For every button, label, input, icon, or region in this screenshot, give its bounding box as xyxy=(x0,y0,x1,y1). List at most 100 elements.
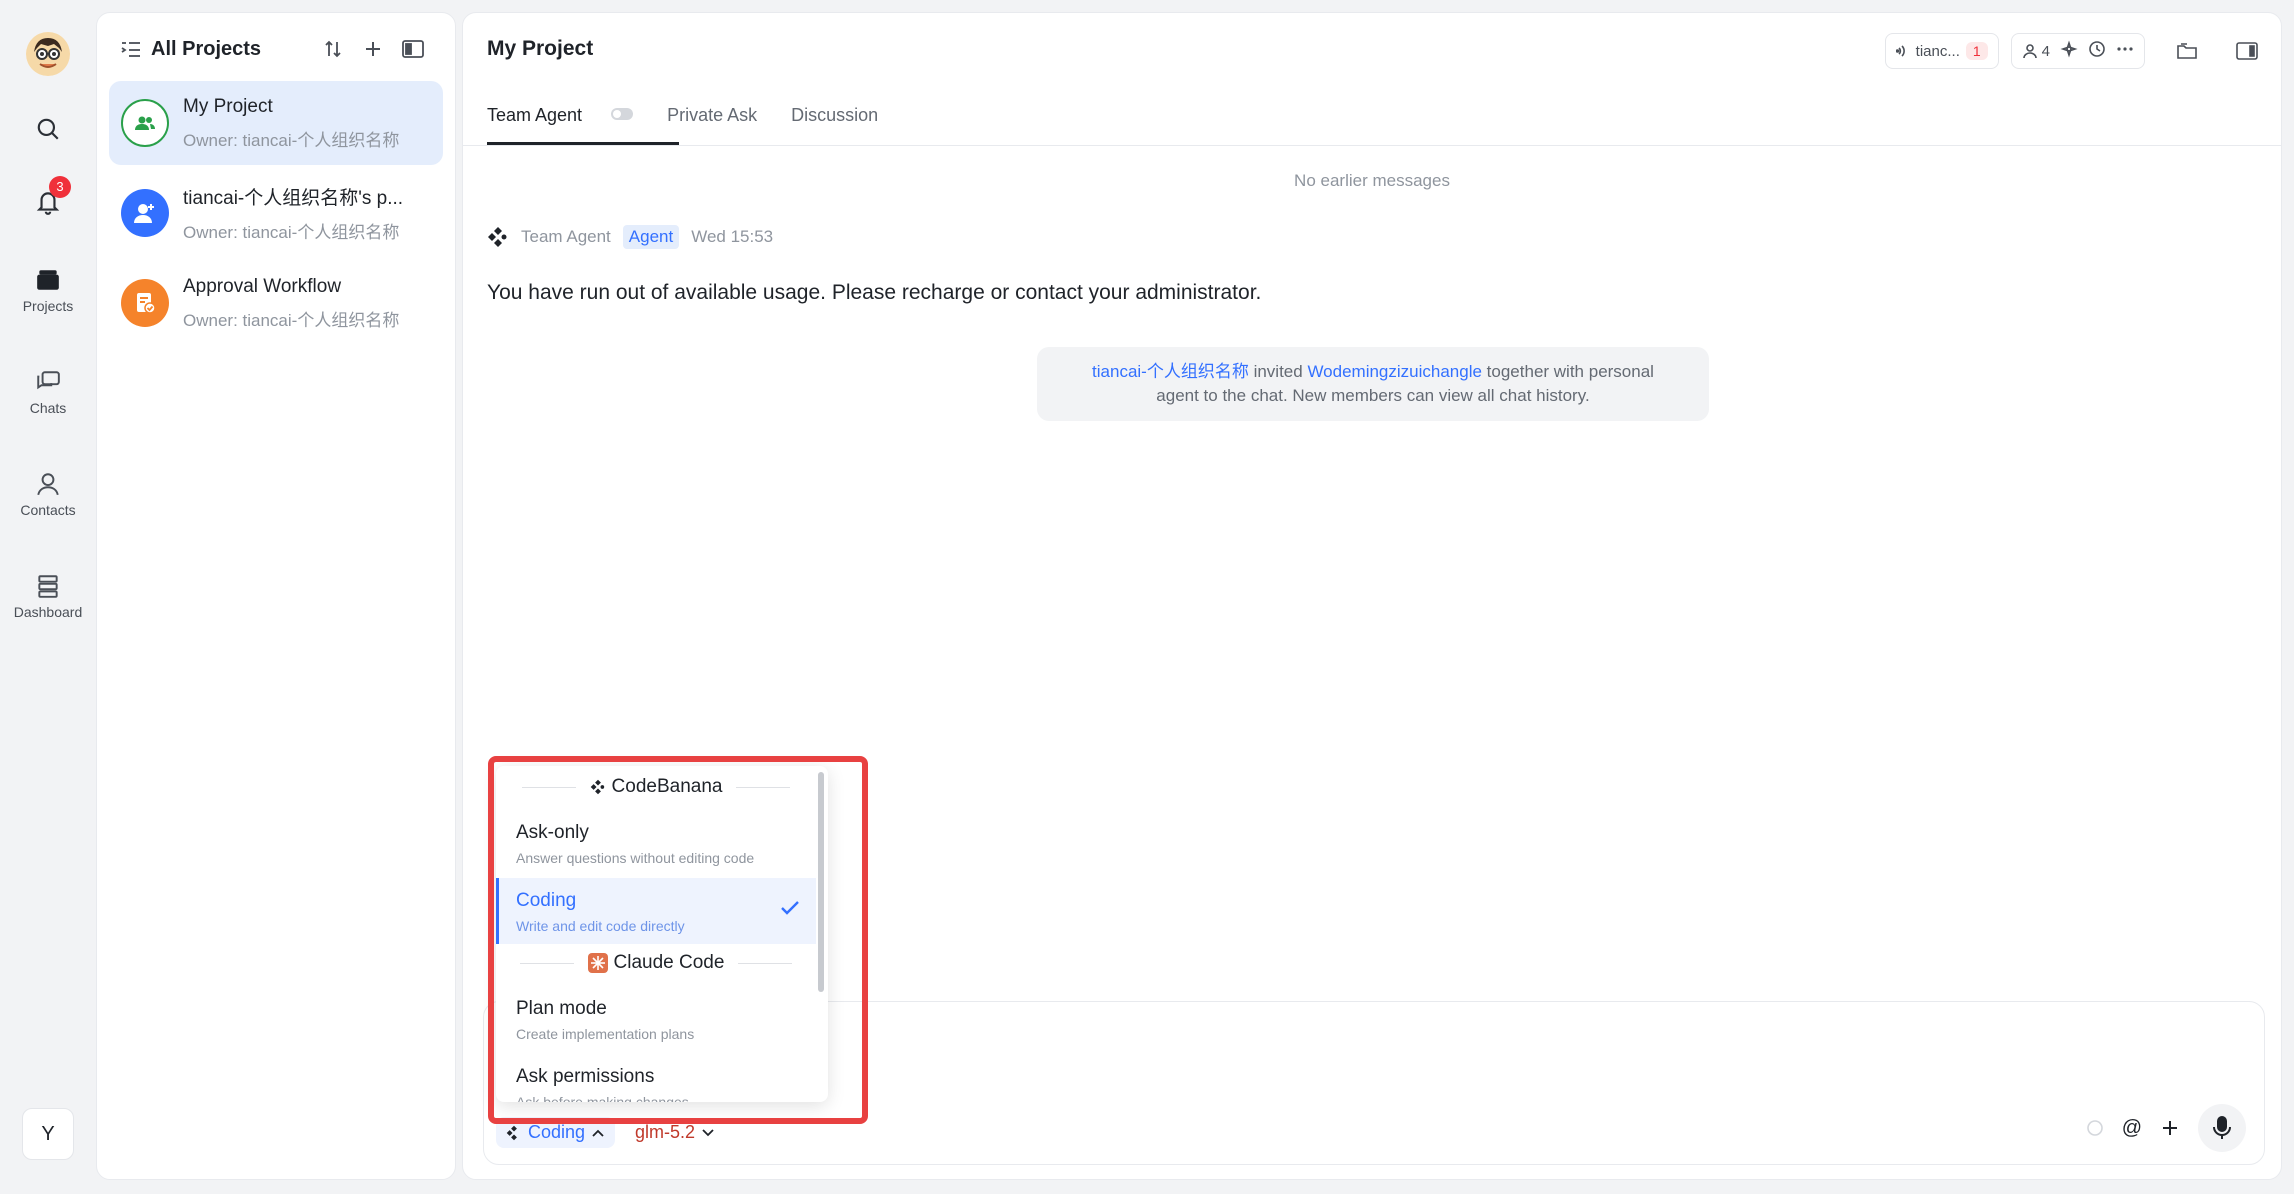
dropdown-scrollbar[interactable] xyxy=(818,772,824,992)
project-owner: Owner: tiancai-个人组织名称 xyxy=(183,223,400,242)
tabs-divider xyxy=(463,145,2281,146)
chevron-up-icon xyxy=(592,1129,604,1137)
project-icon xyxy=(121,99,169,147)
option-coding[interactable]: Coding Write and edit code directly xyxy=(496,878,816,944)
sort-button[interactable] xyxy=(315,31,351,67)
tab-label: Team Agent xyxy=(487,105,583,125)
rail-item-projects[interactable]: Projects xyxy=(0,268,96,314)
person-icon xyxy=(37,473,59,496)
tab-discussion[interactable]: Discussion xyxy=(791,93,878,145)
model-selector[interactable]: glm-5.2 xyxy=(635,1122,715,1143)
note-text: together with personal xyxy=(1481,362,1654,381)
model-label: glm-5.2 xyxy=(635,1122,696,1142)
add-project-button[interactable] xyxy=(355,31,391,67)
rail-label: Projects xyxy=(22,298,74,314)
group-title: Claude Code xyxy=(613,952,725,973)
files-button[interactable] xyxy=(2169,33,2205,69)
option-desc: Ask before making changes xyxy=(516,1094,689,1102)
agent-logo-icon xyxy=(506,1125,517,1140)
document-check-icon xyxy=(137,293,156,314)
tab-label: Private Ask xyxy=(667,105,758,125)
members-button[interactable]: 4 xyxy=(2022,43,2050,60)
signal-icon xyxy=(1895,45,1905,57)
option-ask-permissions[interactable]: Ask permissions Ask before making change… xyxy=(496,1054,816,1102)
rail-item-dashboard[interactable]: Dashboard xyxy=(0,574,96,620)
panel-right-icon xyxy=(2236,42,2258,60)
target-button[interactable] xyxy=(2060,40,2078,62)
plus-icon[interactable] xyxy=(2160,1118,2180,1138)
list-icon xyxy=(121,42,140,57)
person-icon xyxy=(2022,44,2037,59)
sort-icon xyxy=(325,40,341,58)
more-icon xyxy=(2117,47,2133,51)
agent-tag: Agent xyxy=(622,225,680,249)
folder-open-icon xyxy=(2177,43,2197,59)
project-owner: Owner: tiancai-个人组织名称 xyxy=(183,310,400,330)
rail-item-chats[interactable]: Chats xyxy=(0,370,96,416)
clock-icon xyxy=(2089,41,2105,57)
invitee-link[interactable]: Wodemingzizuichangle xyxy=(1307,362,1482,381)
composer-actions: @ xyxy=(2086,1104,2246,1152)
project-name: My Project xyxy=(183,95,273,117)
members-group: 4 xyxy=(2010,33,2145,69)
project-owner: Owner: tiancai-个人组织名称 xyxy=(183,130,400,150)
history-button[interactable] xyxy=(2088,40,2106,62)
folder-icon xyxy=(37,270,59,290)
stack-icon xyxy=(38,575,58,598)
agent-count-badge: 1 xyxy=(1965,42,1988,60)
crosshair-icon xyxy=(2060,40,2078,58)
projects-header: All Projects xyxy=(97,13,455,85)
agent-pill-label: tianc... xyxy=(1915,42,1960,60)
projects-panel: All Projects My Project Owner: tiancai-个… xyxy=(96,12,456,1180)
voice-input-button[interactable] xyxy=(2198,1104,2246,1152)
group-header-claude-code: Claude Code xyxy=(496,952,816,974)
microphone-icon xyxy=(2213,1116,2231,1139)
option-ask-only[interactable]: Ask-only Answer questions without editin… xyxy=(496,810,816,876)
mode-selector[interactable]: Coding xyxy=(496,1117,616,1148)
side-panel-button[interactable] xyxy=(2229,33,2265,69)
agent-status-pill[interactable]: tianc... 1 xyxy=(1884,33,1999,69)
team-agent-toggle[interactable] xyxy=(611,108,634,121)
projects-title: All Projects xyxy=(151,37,262,60)
plus-icon xyxy=(366,42,380,56)
chat-tabs: Team Agent Private Ask Discussion xyxy=(487,93,912,145)
sidebar-toggle-icon xyxy=(402,40,424,58)
mode-dropdown: CodeBanana Ask-only Answer questions wit… xyxy=(496,766,828,1102)
project-item-approval-workflow[interactable]: Approval Workflow Owner: tiancai-个人组织名称 xyxy=(109,261,443,345)
chevron-down-icon xyxy=(702,1128,714,1136)
notification-badge: 3 xyxy=(49,176,71,198)
notifications-button[interactable]: 3 xyxy=(0,176,96,216)
project-item-personal[interactable]: tiancai-个人组织名称's p... Owner: tiancai-个人组… xyxy=(109,171,443,255)
user-menu-button[interactable]: Y xyxy=(22,1108,74,1160)
collapse-panel-button[interactable] xyxy=(395,31,431,67)
message-text: You have run out of available usage. Ple… xyxy=(487,281,1262,304)
option-desc: Create implementation plans xyxy=(516,1026,695,1042)
search-button[interactable] xyxy=(0,116,96,142)
user-avatar[interactable] xyxy=(26,32,70,76)
option-title: Ask-only xyxy=(516,822,589,843)
members-count: 4 xyxy=(2041,42,2050,60)
search-icon xyxy=(37,118,59,140)
more-button[interactable] xyxy=(2116,40,2134,62)
project-icon xyxy=(121,279,169,327)
tab-label: Discussion xyxy=(791,105,879,125)
rail-label: Chats xyxy=(29,400,67,416)
group-icon xyxy=(135,116,155,130)
tab-team-agent[interactable]: Team Agent xyxy=(487,93,680,145)
rail-item-contacts[interactable]: Contacts xyxy=(0,472,96,518)
note-text-line2: agent to the chat. New members can view … xyxy=(1156,386,1590,405)
message-header: Team Agent Agent Wed 15:53 xyxy=(487,225,773,249)
option-title: Coding xyxy=(516,890,577,911)
mode-label: Coding xyxy=(528,1122,586,1142)
mention-button[interactable]: @ xyxy=(2122,1117,2142,1140)
status-circle-icon xyxy=(2086,1120,2103,1136)
inviter-link[interactable]: tiancai-个人组织名称 xyxy=(1092,362,1249,381)
no-earlier-messages: No earlier messages xyxy=(1294,171,1450,190)
project-name: Approval Workflow xyxy=(183,275,342,297)
left-rail: 3 Projects Chats Contacts Dashboard Y xyxy=(0,0,96,1194)
option-plan-mode[interactable]: Plan mode Create implementation plans xyxy=(496,986,816,1052)
tab-private-ask[interactable]: Private Ask xyxy=(667,93,757,145)
chat-bubbles-icon xyxy=(37,371,60,390)
project-item-my-project[interactable]: My Project Owner: tiancai-个人组织名称 xyxy=(109,81,443,165)
group-title: CodeBanana xyxy=(611,776,723,797)
